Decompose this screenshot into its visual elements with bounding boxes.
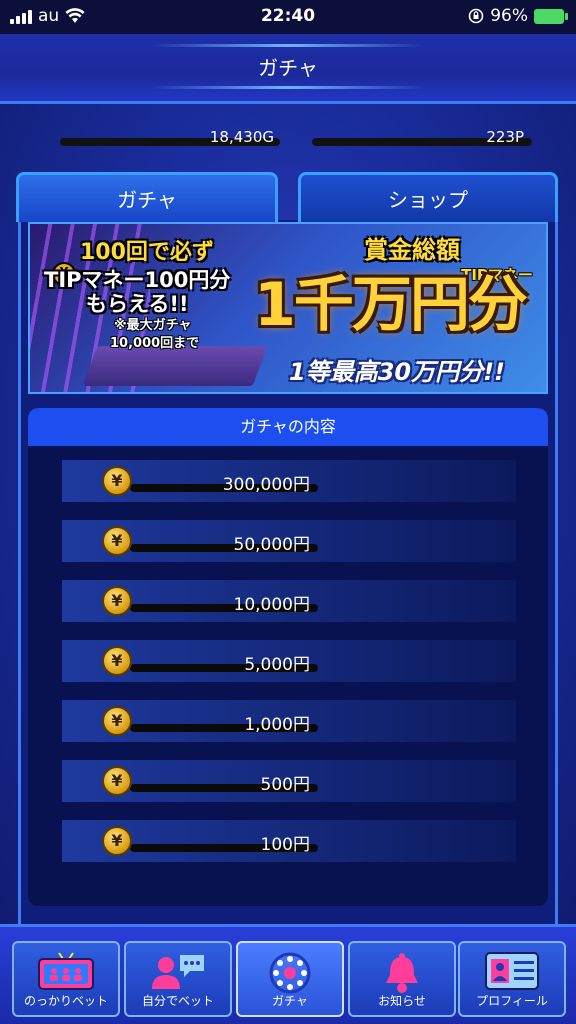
prize-row: ¥ 50,000円 xyxy=(62,520,516,562)
nav-self-bet[interactable]: 自分でベット xyxy=(124,941,232,1017)
gold-balance: 18,430G xyxy=(209,128,274,146)
yen-coin-icon: ¥ xyxy=(102,526,132,556)
banner-promo-line1: 100回で必ず xyxy=(80,240,214,265)
header-deco-bottom xyxy=(150,86,426,89)
page-title: ガチャ xyxy=(258,56,318,80)
id-card-icon xyxy=(485,952,539,990)
prize-amount: 300,000円 xyxy=(222,475,310,495)
user-chat-icon xyxy=(152,955,204,989)
header-deco-top xyxy=(150,44,426,47)
banner-total-label: 賞金総額 xyxy=(364,236,460,264)
battery-percent: 96% xyxy=(490,6,528,26)
promo-banner[interactable]: ¥ 100回で必ず TIPマネー100円分 もらえる!! ※最大ガチャ 10,0… xyxy=(28,222,548,394)
prize-row: ¥ 10,000円 xyxy=(62,580,516,622)
battery-icon xyxy=(534,8,568,24)
nav-gacha-label: ガチャ xyxy=(272,994,308,1008)
nav-notifications[interactable]: お知らせ xyxy=(348,941,456,1017)
yen-coin-icon: ¥ xyxy=(102,766,132,796)
nav-self-bet-label: 自分でベット xyxy=(141,994,214,1008)
prize-amount: 50,000円 xyxy=(233,535,310,555)
prize-row: ¥ 300,000円 xyxy=(62,460,516,502)
banner-promo-note2: 10,000回まで xyxy=(110,336,200,351)
banner-max-prize: 1等最高30万円分!! xyxy=(289,358,505,386)
nav-follow-bet-label: のっかりベット xyxy=(23,994,108,1008)
status-bar: au 22:40 96% xyxy=(0,0,576,34)
prize-amount: 100円 xyxy=(260,835,310,855)
nav-gacha[interactable]: ガチャ xyxy=(236,941,344,1017)
contents-title: ガチャの内容 xyxy=(28,408,548,446)
prize-row: ¥ 1,000円 xyxy=(62,700,516,742)
yen-coin-icon: ¥ xyxy=(102,586,132,616)
nav-follow-bet[interactable]: のっかりベット xyxy=(12,941,120,1017)
prize-amount: 5,000円 xyxy=(244,655,310,675)
yen-coin-icon: ¥ xyxy=(102,826,132,856)
gacha-dial-icon xyxy=(269,952,311,994)
yen-coin-icon: ¥ xyxy=(102,706,132,736)
prize-row: ¥ 5,000円 xyxy=(62,640,516,682)
nav-notifications-label: お知らせ xyxy=(378,994,426,1008)
nav-profile[interactable]: プロフィール xyxy=(458,941,566,1017)
points-balance: 223P xyxy=(486,128,524,146)
status-right: 96% xyxy=(468,6,568,26)
tv-icon xyxy=(38,952,94,990)
bell-icon xyxy=(386,953,418,993)
tab-shop[interactable]: ショップ xyxy=(298,172,558,222)
orientation-lock-icon xyxy=(468,8,484,24)
tab-gacha[interactable]: ガチャ xyxy=(16,172,278,222)
app-header: ガチャ xyxy=(0,34,576,104)
yen-coin-icon: ¥ xyxy=(102,646,132,676)
prize-row: ¥ 100円 xyxy=(62,820,516,862)
tab-gacha-label: ガチャ xyxy=(117,188,177,212)
tab-shop-label: ショップ xyxy=(388,188,468,212)
yen-coin-icon: ¥ xyxy=(102,466,132,496)
prize-amount: 500円 xyxy=(260,775,310,795)
nav-profile-label: プロフィール xyxy=(476,994,548,1008)
prize-amount: 1,000円 xyxy=(244,715,310,735)
banner-amount: 1千万円分 xyxy=(254,270,528,340)
gacha-contents: ガチャの内容 ¥ 300,000円 ¥ 50,000円 ¥ 10,000円 ¥ … xyxy=(28,408,548,906)
banner-city-deco xyxy=(82,346,268,386)
bottom-nav: のっかりベット 自分でベット ガチャ お知らせ プロフィール xyxy=(0,924,576,1024)
prize-amount: 10,000円 xyxy=(233,595,310,615)
prize-row: ¥ 500円 xyxy=(62,760,516,802)
